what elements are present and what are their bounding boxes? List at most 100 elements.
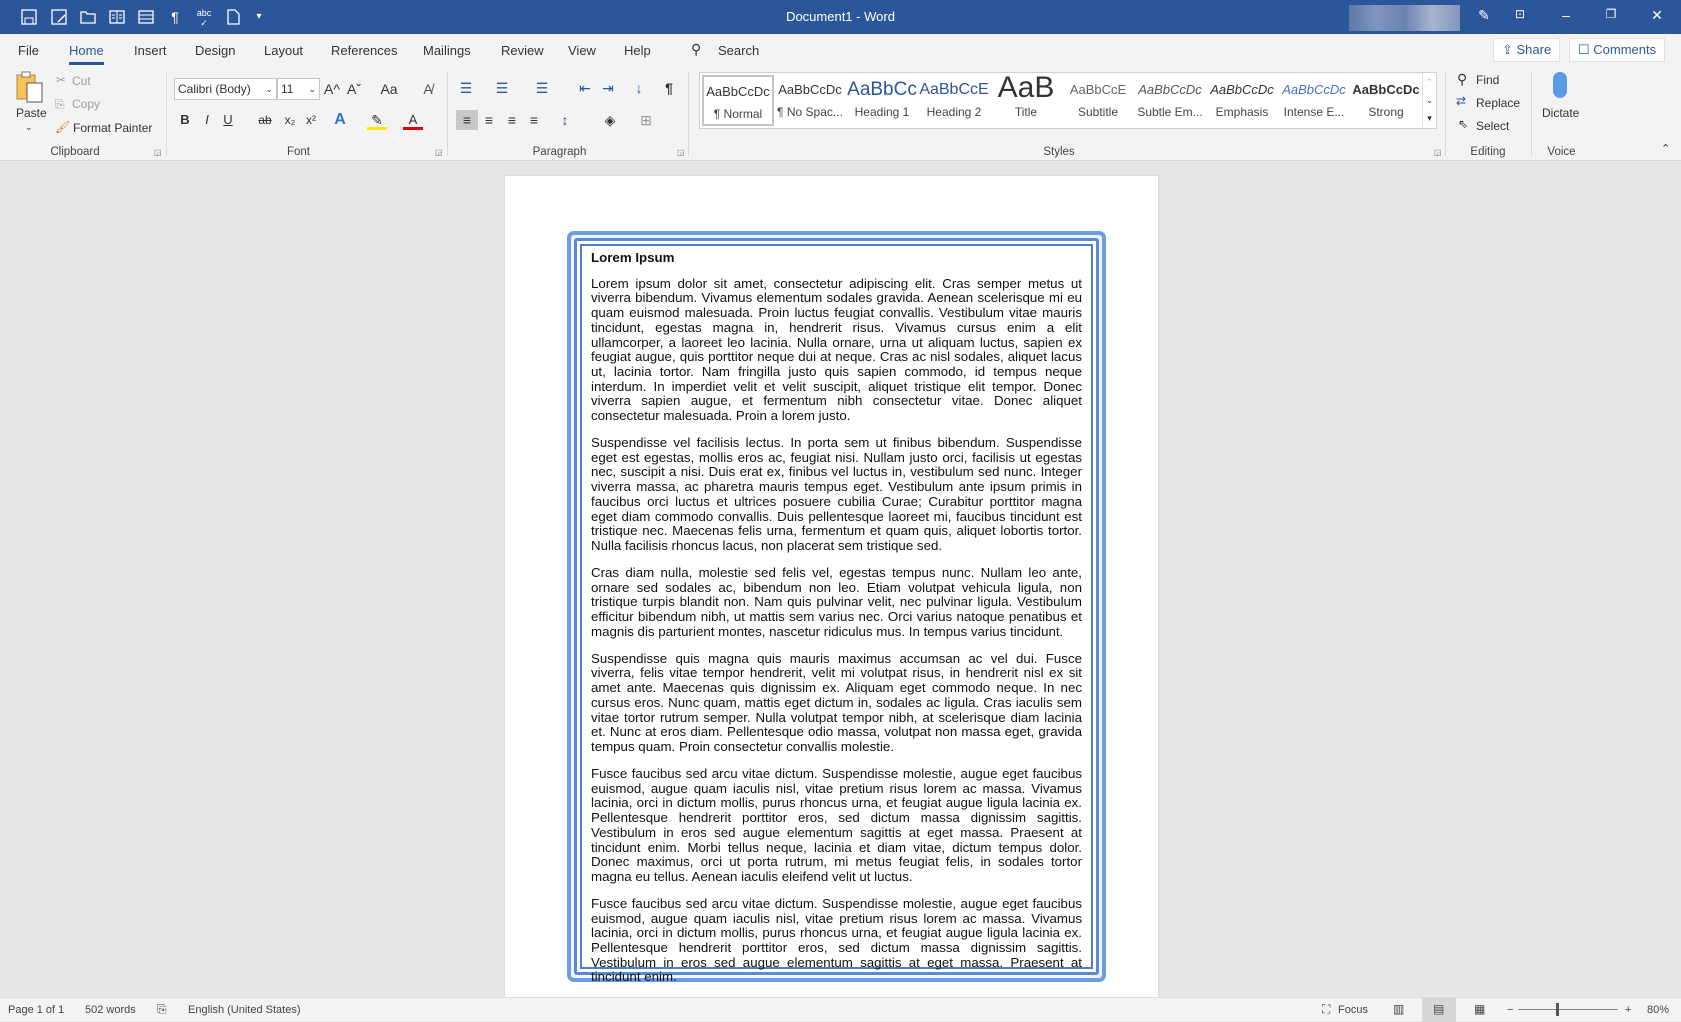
- tab-insert[interactable]: Insert: [134, 43, 167, 58]
- paste-button[interactable]: Paste: [16, 106, 47, 120]
- document-body[interactable]: Lorem Ipsum Lorem ipsum dolor sit amet, …: [591, 250, 1082, 997]
- align-right-icon[interactable]: ≡: [502, 110, 522, 130]
- paste-icon[interactable]: [14, 70, 46, 104]
- style-intense-emphasis[interactable]: AaBbCcDc Intense E...: [1278, 75, 1350, 126]
- ribbon-tabs: File Home Insert Design Layout Reference…: [0, 34, 1681, 66]
- cut-button[interactable]: Cut: [72, 74, 91, 88]
- styles-launcher-icon[interactable]: ◲: [1434, 148, 1442, 157]
- numbering-icon[interactable]: ☰: [492, 78, 512, 98]
- focus-icon[interactable]: ⛶: [1322, 1002, 1330, 1017]
- zoom-level[interactable]: 80%: [1647, 1004, 1669, 1016]
- select-button[interactable]: Select: [1476, 119, 1509, 133]
- tab-review[interactable]: Review: [501, 43, 544, 58]
- zoom-slider-thumb[interactable]: [1555, 1003, 1559, 1016]
- superscript-button[interactable]: x²: [301, 110, 321, 130]
- replace-button[interactable]: Replace: [1476, 96, 1520, 110]
- microphone-icon[interactable]: [1553, 72, 1567, 98]
- collapse-ribbon-icon[interactable]: ⌃: [1661, 142, 1670, 155]
- style-normal[interactable]: AaBbCcDc ¶ Normal: [702, 75, 774, 126]
- font-color-button[interactable]: A: [403, 110, 423, 130]
- search-icon[interactable]: ⚲: [691, 41, 701, 58]
- change-case-button[interactable]: Aa: [374, 79, 404, 99]
- read-mode-icon[interactable]: ▥: [1393, 1002, 1404, 1016]
- style-strong[interactable]: AaBbCcDc Strong: [1350, 75, 1422, 126]
- tab-home[interactable]: Home: [69, 43, 104, 65]
- italic-button[interactable]: I: [197, 110, 217, 130]
- copy-button[interactable]: Copy: [72, 97, 100, 111]
- font-size-select[interactable]: 11 ⌄: [277, 78, 320, 100]
- highlight-icon[interactable]: ✎: [367, 110, 387, 130]
- strikethrough-button[interactable]: ab: [255, 110, 275, 130]
- clipboard-launcher-icon[interactable]: ◲: [154, 148, 162, 157]
- scroll-down-icon[interactable]: ⌄: [1423, 91, 1436, 109]
- pen-icon[interactable]: ✎: [1474, 7, 1494, 24]
- multilevel-list-icon[interactable]: ☰: [532, 78, 552, 98]
- style-heading-1[interactable]: AaBbCc Heading 1: [846, 75, 918, 126]
- decrease-indent-icon[interactable]: ⇤: [575, 78, 595, 98]
- shrink-font-button[interactable]: Aˇ: [344, 79, 364, 99]
- align-left-icon[interactable]: ≡: [456, 110, 478, 130]
- tab-references[interactable]: References: [331, 43, 397, 58]
- style-title[interactable]: AaB Title: [990, 75, 1062, 126]
- dictate-button[interactable]: Dictate: [1542, 106, 1579, 120]
- replace-icon: ⇄: [1456, 94, 1467, 108]
- underline-button[interactable]: U: [218, 110, 238, 130]
- style-emphasis[interactable]: AaBbCcDc Emphasis: [1206, 75, 1278, 126]
- bold-button[interactable]: B: [175, 110, 195, 130]
- font-family-select[interactable]: Calibri (Body) ⌄: [174, 78, 277, 100]
- align-center-icon[interactable]: ≡: [479, 110, 499, 130]
- zoom-out-icon[interactable]: −: [1507, 1004, 1513, 1016]
- status-bar: Page 1 of 1 502 words ⎘ English (United …: [0, 997, 1681, 1022]
- comment-icon: ☐: [1578, 42, 1594, 57]
- style-heading-2[interactable]: AaBbCcE Heading 2: [918, 75, 990, 126]
- increase-indent-icon[interactable]: ⇥: [598, 78, 618, 98]
- web-layout-icon[interactable]: ▦: [1474, 1002, 1485, 1016]
- more-styles-icon[interactable]: ▾: [1423, 109, 1436, 127]
- account-avatar[interactable]: [1349, 5, 1460, 31]
- paragraph: Suspendisse vel facilisis lectus. In por…: [591, 435, 1082, 553]
- close-icon[interactable]: ✕: [1647, 7, 1667, 24]
- paragraph-launcher-icon[interactable]: ◲: [677, 148, 685, 157]
- sort-icon[interactable]: ↓: [629, 78, 649, 98]
- clear-formatting-icon[interactable]: A̸: [418, 79, 438, 99]
- tab-mailings[interactable]: Mailings: [423, 43, 471, 58]
- format-painter-button[interactable]: Format Painter: [73, 121, 152, 135]
- word-count[interactable]: 502 words: [85, 1004, 136, 1016]
- language[interactable]: English (United States): [188, 1004, 301, 1016]
- gallery-scroll[interactable]: ⌃ ⌄ ▾: [1422, 73, 1436, 128]
- paste-dropdown-icon[interactable]: ⌄: [25, 122, 33, 133]
- shading-icon[interactable]: ◈: [600, 110, 620, 130]
- ribbon-display-icon[interactable]: ⊡: [1510, 7, 1530, 21]
- grow-font-button[interactable]: A^: [322, 79, 342, 99]
- tab-layout[interactable]: Layout: [264, 43, 303, 58]
- line-spacing-icon[interactable]: ↕: [555, 110, 575, 130]
- tab-design[interactable]: Design: [195, 43, 235, 58]
- page-count[interactable]: Page 1 of 1: [8, 1004, 64, 1016]
- subscript-button[interactable]: x₂: [280, 110, 300, 130]
- font-launcher-icon[interactable]: ◲: [435, 148, 443, 157]
- justify-icon[interactable]: ≡: [524, 110, 544, 130]
- zoom-slider[interactable]: [1518, 1009, 1618, 1010]
- borders-icon[interactable]: ⊞: [636, 110, 656, 130]
- tab-file[interactable]: File: [18, 43, 39, 58]
- scroll-up-icon[interactable]: ⌃: [1423, 73, 1436, 91]
- minimize-icon[interactable]: –: [1556, 7, 1576, 23]
- style-subtitle[interactable]: AaBbCcE Subtitle: [1062, 75, 1134, 126]
- tab-help[interactable]: Help: [624, 43, 651, 58]
- style-subtle-emphasis[interactable]: AaBbCcDc Subtle Em...: [1134, 75, 1206, 126]
- proofing-icon[interactable]: ⎘: [157, 1002, 167, 1017]
- find-button[interactable]: Find: [1476, 73, 1499, 87]
- paragraph: Lorem ipsum dolor sit amet, consectetur …: [591, 275, 1082, 424]
- tab-view[interactable]: View: [568, 43, 596, 58]
- share-button[interactable]: ⇪ Share: [1493, 38, 1561, 62]
- search-box[interactable]: Search: [718, 43, 759, 58]
- text-effects-button[interactable]: A: [330, 110, 350, 130]
- style-no-spacing[interactable]: AaBbCcDc ¶ No Spac...: [774, 75, 846, 126]
- zoom-in-icon[interactable]: +: [1625, 1004, 1631, 1016]
- comments-button[interactable]: ☐ Comments: [1569, 38, 1666, 62]
- focus-button[interactable]: Focus: [1338, 1004, 1368, 1016]
- bullets-icon[interactable]: ☰: [456, 78, 476, 98]
- show-formatting-button[interactable]: ¶: [659, 78, 679, 98]
- restore-icon[interactable]: ❐: [1601, 7, 1621, 21]
- print-layout-button[interactable]: ▤: [1422, 998, 1456, 1022]
